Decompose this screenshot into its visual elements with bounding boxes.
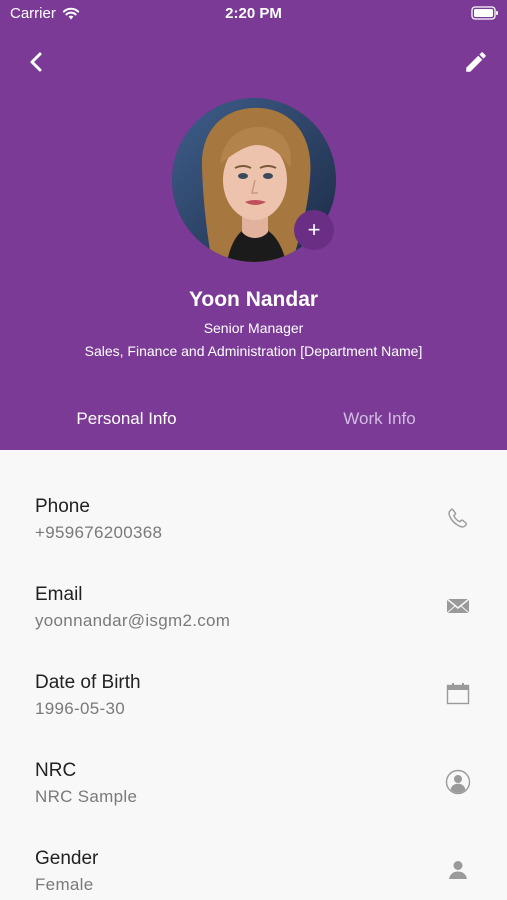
person-icon	[444, 856, 472, 884]
phone-icon	[444, 504, 472, 532]
info-row-nrc[interactable]: NRC NRC Sample	[0, 760, 507, 848]
info-value: 1996-05-30	[35, 699, 125, 718]
info-row-email[interactable]: Email yoonnandar@isgm2.com	[0, 584, 507, 672]
id-icon	[444, 768, 472, 796]
calendar-icon	[444, 680, 472, 708]
status-time: 2:20 PM	[225, 5, 282, 22]
profile-department: Sales, Finance and Administration [Depar…	[84, 343, 423, 359]
pencil-icon	[466, 52, 486, 72]
info-label: Gender	[35, 848, 99, 869]
info-value: +959676200368	[35, 523, 163, 542]
tab-work-info[interactable]: Work Info	[253, 409, 506, 429]
info-row-gender[interactable]: Gender Female	[0, 848, 507, 900]
info-label: Phone	[35, 496, 90, 517]
back-button[interactable]	[20, 46, 52, 78]
battery-icon	[471, 6, 499, 25]
info-value: yoonnandar@isgm2.com	[35, 611, 231, 630]
profile-title: Senior Manager	[203, 320, 304, 336]
add-photo-button[interactable]: +	[294, 210, 334, 250]
profile-name: Yoon Nandar	[188, 288, 319, 311]
info-value: Female	[35, 875, 94, 894]
chevron-left-icon	[30, 52, 42, 72]
edit-button[interactable]	[459, 45, 493, 79]
info-value: NRC Sample	[35, 787, 138, 806]
tab-personal-info[interactable]: Personal Info	[0, 409, 253, 429]
info-row-phone[interactable]: Phone +959676200368	[0, 496, 507, 584]
info-label: Date of Birth	[35, 672, 141, 693]
info-row-date-of-birth[interactable]: Date of Birth 1996-05-30	[0, 672, 507, 760]
status-bar: Carrier 2:20 PM	[0, 0, 507, 28]
info-label: Email	[35, 584, 83, 605]
info-label: NRC	[35, 760, 77, 781]
plus-icon: +	[307, 217, 321, 242]
mail-icon	[444, 592, 472, 620]
profile-header: Carrier 2:20 PM + Yoon Nandar Senior Man…	[0, 0, 507, 450]
